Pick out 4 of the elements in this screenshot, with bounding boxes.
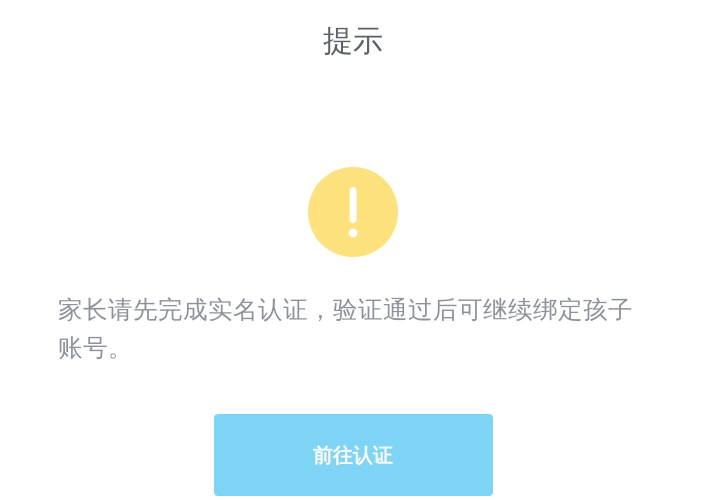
warning-icon (308, 167, 398, 257)
verify-button[interactable]: 前往认证 (214, 414, 492, 496)
message-text: 家长请先完成实名认证，验证通过后可继续绑定孩子账号。 (57, 294, 634, 364)
dialog-title: 提示 (323, 23, 383, 61)
